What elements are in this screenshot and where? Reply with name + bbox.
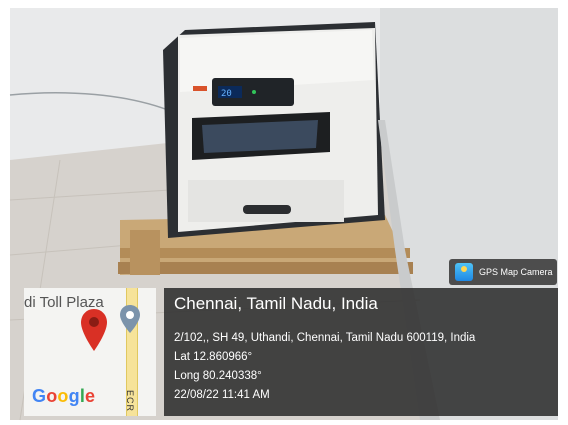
location-datetime: 22/08/22 11:41 AM: [174, 389, 270, 401]
location-longitude: Long 80.240338°: [174, 370, 262, 382]
map-poi-icon: [120, 305, 140, 333]
printer-device: 20: [163, 22, 385, 238]
location-address: 2/102,, SH 49, Uthandi, Chennai, Tamil N…: [174, 332, 476, 344]
google-logo: Google: [32, 386, 96, 406]
location-latitude: Lat 12.860966°: [174, 351, 253, 363]
gps-map-camera-badge: GPS Map Camera: [449, 259, 557, 285]
device-display: 20: [221, 89, 232, 99]
map-road-label: ECR: [125, 390, 135, 413]
map-thumbnail: ECR di Toll Plaza Google: [24, 288, 156, 416]
location-title: Chennai, Tamil Nadu, India: [174, 294, 378, 313]
location-info-panel: Chennai, Tamil Nadu, India 2/102,, SH 49…: [164, 288, 558, 416]
map-pin-icon: [81, 309, 107, 351]
badge-label: GPS Map Camera: [479, 267, 553, 277]
gps-map-camera-app-icon: [455, 263, 473, 281]
